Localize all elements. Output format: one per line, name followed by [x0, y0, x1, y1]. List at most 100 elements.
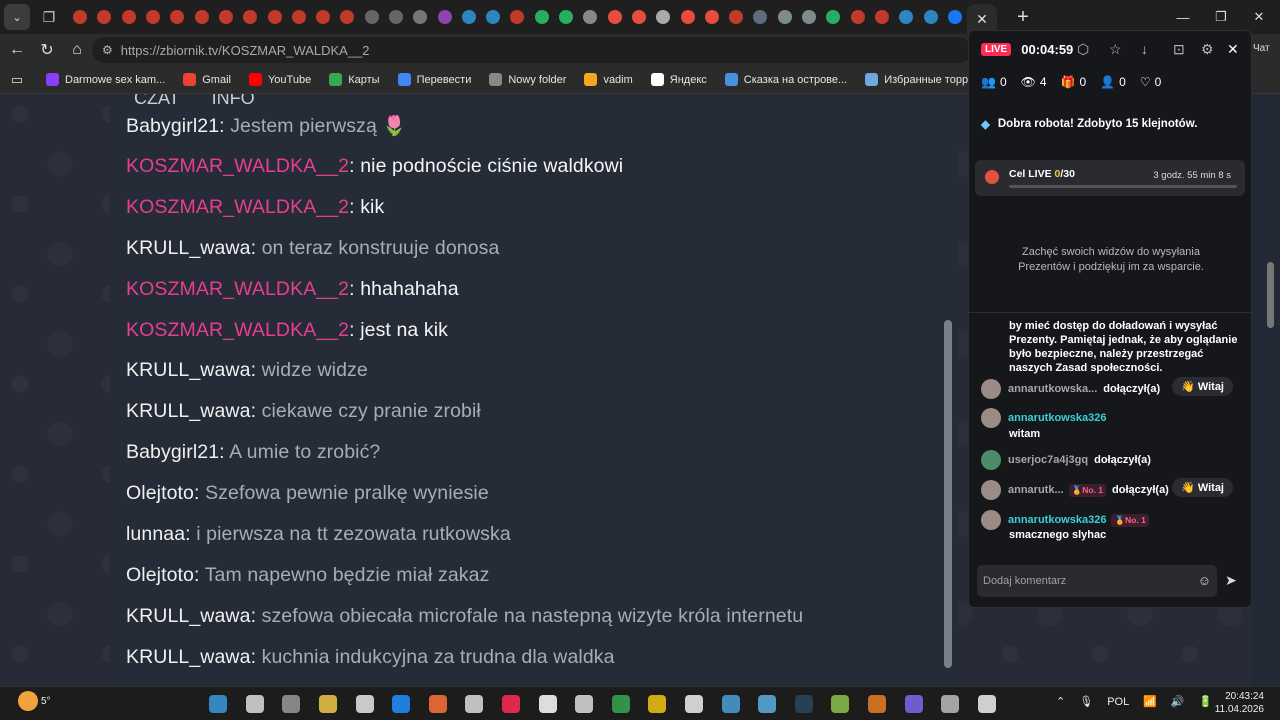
taskbar-app-icon[interactable] [676, 691, 713, 717]
tab-favicon-icon[interactable] [214, 0, 238, 34]
site-info-icon[interactable]: ⚙ [102, 43, 113, 57]
wave-button[interactable]: 👋 Witaj [1172, 478, 1233, 497]
tab-favicon-icon[interactable] [918, 0, 942, 34]
tab-favicon-icon[interactable] [311, 0, 335, 34]
bookmark-item[interactable]: vadim [584, 73, 633, 86]
tab-favicon-icon[interactable] [894, 0, 918, 34]
chevron-up-icon[interactable]: ⌃ [1056, 695, 1065, 708]
chat-username[interactable]: KOSZMAR_WALDKA__2 [126, 319, 349, 341]
tab-favicon-icon[interactable] [846, 0, 870, 34]
tab-favicon-icon[interactable] [92, 0, 116, 34]
settings-icon[interactable]: ⚙ [1201, 41, 1214, 58]
tab-favicon-icon[interactable] [627, 0, 651, 34]
taskbar-app-icon[interactable] [566, 691, 603, 717]
chat-username[interactable]: Babygirl21 [126, 115, 219, 137]
tab-favicon-icon[interactable] [505, 0, 529, 34]
send-icon[interactable]: ➤ [1225, 572, 1237, 589]
weather-widget[interactable]: 5° [18, 691, 51, 711]
taskbar-app-icon[interactable] [968, 691, 1005, 717]
chat-username[interactable]: lunnaa [126, 523, 185, 545]
tab-favicon-icon[interactable] [603, 0, 627, 34]
taskbar-app-icon[interactable] [895, 691, 932, 717]
bookmark-item[interactable]: Darmowe sex kam... [46, 73, 165, 86]
clock[interactable]: 20:43:24 11.04.2026 [1215, 690, 1264, 716]
chat-username[interactable]: KOSZMAR_WALDKA__2 [126, 155, 349, 177]
close-panel-icon[interactable]: ✕ [1227, 41, 1239, 58]
taskbar-app-icon[interactable] [786, 691, 823, 717]
bookmark-item[interactable]: Избранные торре... [865, 73, 983, 86]
comment-input[interactable]: Dodaj komentarz ☺ [977, 565, 1217, 597]
tab-favicon-icon[interactable] [700, 0, 724, 34]
emoji-icon[interactable]: ☺ [1198, 573, 1211, 588]
chat-username[interactable]: Babygirl21 [126, 441, 219, 463]
taskbar-app-icon[interactable] [859, 691, 896, 717]
chat-username[interactable]: Olejtoto [126, 564, 194, 586]
page-scrollbar-thumb[interactable] [1267, 262, 1274, 328]
tab-favicon-icon[interactable] [68, 0, 92, 34]
volume-icon[interactable]: 🔊 [1171, 695, 1185, 708]
reload-icon[interactable]: ↻ [32, 35, 62, 65]
taskbar-app-icon[interactable] [603, 691, 640, 717]
bookmark-item[interactable]: Gmail [183, 73, 231, 86]
address-bar[interactable]: ⚙ https://zbiornik.tv/KOSZMAR_WALDKA__2 [92, 37, 972, 63]
chat-username[interactable]: KOSZMAR_WALDKA__2 [126, 278, 349, 300]
bookmark-item[interactable]: YouTube [248, 73, 311, 86]
taskbar-app-icon[interactable] [200, 691, 237, 717]
bookmark-item[interactable]: Карты [329, 73, 380, 86]
tab-favicon-icon[interactable] [287, 0, 311, 34]
taskbar-app-icon[interactable] [420, 691, 457, 717]
microphone-icon[interactable]: 🎙 [1079, 695, 1093, 708]
tab-favicon-icon[interactable] [481, 0, 505, 34]
taskbar-app-icon[interactable] [273, 691, 310, 717]
tab-favicon-icon[interactable] [554, 0, 578, 34]
chat-username[interactable]: KRULL_wawa [126, 646, 251, 668]
tab-favicon-icon[interactable] [117, 0, 141, 34]
taskbar-app-icon[interactable] [529, 691, 566, 717]
language-indicator[interactable]: POL [1107, 696, 1129, 708]
tab-favicon-icon[interactable] [724, 0, 748, 34]
tab-favicon-icon[interactable] [432, 0, 456, 34]
taskbar-app-icon[interactable] [822, 691, 859, 717]
taskbar-app-icon[interactable] [310, 691, 347, 717]
bookmark-item[interactable]: Nowy folder [489, 73, 566, 86]
tab-favicon-icon[interactable] [335, 0, 359, 34]
taskbar-app-icon[interactable] [749, 691, 786, 717]
download-icon[interactable]: ↓ [1141, 41, 1148, 57]
tab-favicon-icon[interactable] [189, 0, 213, 34]
bookmark-item[interactable]: Яндекс [650, 73, 707, 86]
tab-favicon-icon[interactable] [651, 0, 675, 34]
bookmark-item[interactable]: Сказка на острове... [724, 73, 847, 86]
tab-favicon-icon[interactable] [530, 0, 554, 34]
tab-favicon-icon[interactable] [238, 0, 262, 34]
bookmarks-menu-icon[interactable]: ▭ [0, 72, 34, 88]
tab-favicon-icon[interactable] [943, 0, 967, 34]
tab-favicon-icon[interactable] [821, 0, 845, 34]
home-icon[interactable]: ⌂ [62, 35, 92, 65]
taskbar-app-icon[interactable] [346, 691, 383, 717]
lock-icon[interactable]: ⊡ [1173, 41, 1185, 58]
chat-username[interactable]: KRULL_wawa [126, 605, 251, 627]
chat-username[interactable]: KRULL_wawa [126, 237, 251, 259]
taskbar-app-icon[interactable] [493, 691, 530, 717]
tab-favicon-icon[interactable] [457, 0, 481, 34]
tab-actions-menu-button[interactable]: ⌄ [4, 4, 30, 30]
tab-czat[interactable]: CZAT [134, 94, 180, 109]
close-window-button[interactable]: ✕ [1236, 0, 1280, 34]
taskbar-app-icon[interactable] [237, 691, 274, 717]
tab-favicon-icon[interactable] [262, 0, 286, 34]
chat-scrollbar[interactable] [944, 320, 952, 668]
new-tab-button[interactable]: + [1009, 3, 1037, 31]
taskbar-app-icon[interactable] [712, 691, 749, 717]
tab-favicon-icon[interactable] [773, 0, 797, 34]
tab-favicon-icon[interactable] [408, 0, 432, 34]
back-icon[interactable]: ← [2, 35, 32, 65]
star-icon[interactable]: ☆ [1109, 41, 1122, 58]
taskbar-app-icon[interactable] [456, 691, 493, 717]
chat-username[interactable]: KRULL_wawa [126, 400, 251, 422]
chat-username[interactable]: Olejtoto [126, 482, 194, 504]
tab-favicon-icon[interactable] [360, 0, 384, 34]
bookmark-item[interactable]: Перевести [397, 73, 471, 86]
tab-favicon-icon[interactable] [675, 0, 699, 34]
workspaces-icon[interactable]: ❐ [36, 4, 62, 30]
share-icon[interactable]: ⬡ [1077, 41, 1089, 58]
